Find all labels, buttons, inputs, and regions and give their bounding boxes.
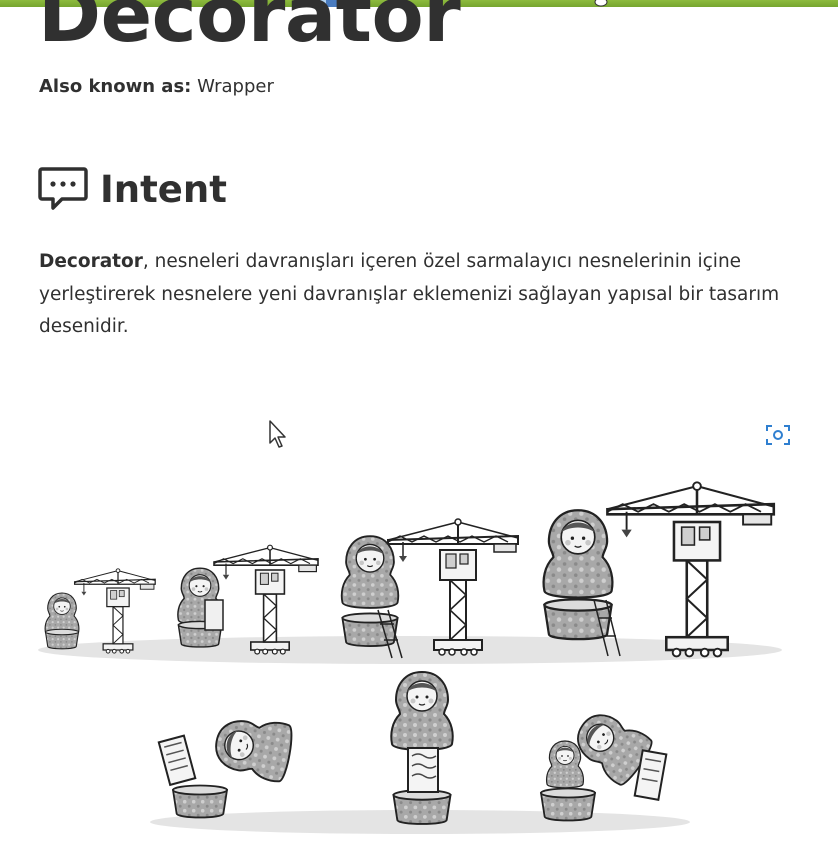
aka-label: Also known as:	[39, 76, 192, 97]
intent-title: Intent	[100, 167, 227, 211]
aka-value: Wrapper	[191, 76, 274, 97]
speech-bubble-icon	[38, 167, 88, 210]
page-title: Decorator	[38, 0, 461, 59]
intent-body: , nesneleri davranışları içeren özel sar…	[39, 251, 780, 337]
camera-capture-icon[interactable]	[764, 423, 792, 447]
intent-description: Decorator, nesneleri davranışları içeren…	[39, 246, 829, 344]
banner-bug-icon	[594, 0, 608, 7]
intent-heading: Intent	[38, 163, 227, 215]
intent-lead: Decorator	[39, 251, 143, 272]
decorator-illustration	[38, 423, 792, 834]
mouse-pointer-icon	[269, 420, 286, 448]
also-known-as: Also known as: Wrapper	[39, 74, 274, 100]
